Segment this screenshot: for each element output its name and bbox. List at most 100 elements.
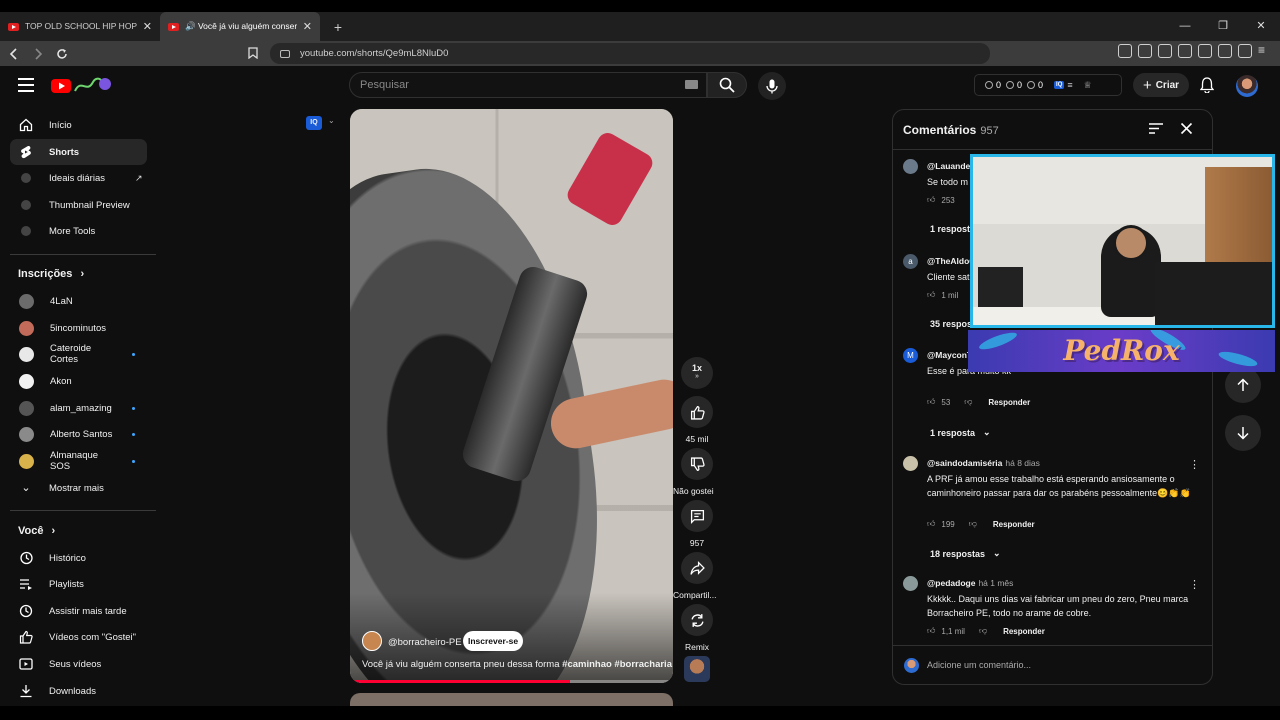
sidebar-item-shorts[interactable]: Shorts xyxy=(10,139,147,165)
menu-icon[interactable]: ≡ xyxy=(1258,44,1272,58)
close-tab-icon[interactable]: ✕ xyxy=(303,20,312,33)
thumbs-up-icon[interactable]: 👍︎ xyxy=(927,195,935,205)
show-more-button[interactable]: ⌄ Mostrar mais xyxy=(10,475,147,501)
thumbs-down-icon[interactable]: 👎︎ xyxy=(979,626,987,636)
subscription-item[interactable]: alam_amazing xyxy=(10,395,147,421)
remix-action[interactable]: Remix xyxy=(681,604,713,652)
chevron-down-icon[interactable]: ⌄ xyxy=(328,116,335,125)
extension-icon[interactable] xyxy=(1138,44,1152,58)
vpn-icon[interactable] xyxy=(1238,44,1252,58)
close-tab-icon[interactable]: ✕ xyxy=(143,20,152,33)
replies-toggle[interactable]: 1 resposta ⌄ xyxy=(930,427,991,438)
replies-toggle[interactable]: 35 respos xyxy=(930,319,972,329)
shorts-video-player[interactable]: @borracheiro-PE Inscrever-se Você já viu… xyxy=(350,109,673,683)
sidebar-item-your-videos[interactable]: Seus vídeos xyxy=(10,651,147,677)
video-progress-bar[interactable] xyxy=(350,680,673,683)
reply-button[interactable]: Responder xyxy=(988,398,1030,407)
reply-button[interactable]: Responder xyxy=(1003,627,1045,636)
hamburger-menu-icon[interactable] xyxy=(18,78,34,92)
replies-toggle[interactable]: 1 resposta xyxy=(930,224,975,234)
channel-avatar[interactable] xyxy=(362,631,382,651)
keyboard-icon[interactable] xyxy=(685,80,698,89)
list-icon[interactable]: ≡ xyxy=(1067,80,1072,90)
new-tab-button[interactable]: + xyxy=(328,19,348,35)
channel-handle[interactable]: @borracheiro-PE xyxy=(388,637,462,648)
thumbs-up-icon[interactable]: 👍︎ xyxy=(927,397,935,407)
subscription-item[interactable]: 4LaN xyxy=(10,288,147,314)
restore-icon[interactable]: ❐ xyxy=(1204,12,1242,41)
sidebar-item-liked-videos[interactable]: Vídeos com "Gostei" xyxy=(10,624,147,650)
subscription-item[interactable]: Almanaque SOS xyxy=(10,448,147,474)
sidebar-item-home[interactable]: Início xyxy=(10,112,147,138)
voice-search-button[interactable] xyxy=(758,72,786,100)
playback-speed-button[interactable]: 1x » xyxy=(681,357,713,389)
comment-author[interactable]: @TheAldoC xyxy=(927,256,975,266)
search-button[interactable] xyxy=(707,72,747,98)
account-avatar[interactable] xyxy=(1236,75,1258,97)
youtube-logo[interactable] xyxy=(51,76,113,96)
browser-tab-1[interactable]: TOP OLD SCHOOL HIP HOP 🔥 50 Cent ✕ xyxy=(0,12,160,41)
subscription-item[interactable]: 5incominutos xyxy=(10,315,147,341)
comment-avatar[interactable]: a xyxy=(903,254,918,269)
sidebar-item-playlists[interactable]: Playlists xyxy=(10,571,147,597)
subscription-item[interactable]: Alberto Santos xyxy=(10,421,147,447)
comments-button[interactable] xyxy=(681,500,713,532)
sort-icon[interactable] xyxy=(1149,123,1163,134)
more-options-icon[interactable]: ⋮ xyxy=(1189,458,1200,471)
sidebar-item-watch-later[interactable]: Assistir mais tarde xyxy=(10,598,147,624)
like-action[interactable]: 45 mil xyxy=(681,396,713,444)
comment-avatar[interactable] xyxy=(903,159,918,174)
notifications-bell-icon[interactable] xyxy=(1200,77,1214,93)
subscribe-button[interactable]: Inscrever-se xyxy=(463,631,523,651)
share-action[interactable]: Compartil... xyxy=(673,552,716,600)
dislike-action[interactable]: Não gostei xyxy=(673,448,714,496)
music-icon[interactable] xyxy=(1158,44,1172,58)
reply-button[interactable]: Responder xyxy=(993,520,1035,529)
audio-source-thumbnail[interactable] xyxy=(684,656,710,682)
subscription-item[interactable]: Akon xyxy=(10,368,147,394)
trophy-icon[interactable]: ♕ xyxy=(1084,80,1092,91)
wallet-icon[interactable] xyxy=(1198,44,1212,58)
like-button[interactable] xyxy=(681,396,713,428)
sidebar-item-daily-ideas[interactable]: Ideais diárias ↗ xyxy=(10,165,147,191)
iq-extension-badge[interactable]: IQ xyxy=(306,116,322,130)
sidebar-item-downloads[interactable]: Downloads xyxy=(10,678,147,704)
minimize-icon[interactable]: — xyxy=(1166,12,1204,41)
bookmark-icon[interactable] xyxy=(248,47,258,59)
subscription-item[interactable]: Cateroide Cortes xyxy=(10,341,147,367)
create-button[interactable]: + Criar xyxy=(1133,73,1189,97)
ai-icon[interactable] xyxy=(1218,44,1232,58)
dislike-button[interactable] xyxy=(681,448,713,480)
remix-button[interactable] xyxy=(681,604,713,636)
site-info-icon[interactable] xyxy=(280,49,290,58)
search-input[interactable]: Pesquisar xyxy=(349,72,707,98)
browser-tab-2-active[interactable]: 🔊 Você já viu alguém conserta pneu dessa… xyxy=(160,12,320,41)
comment-avatar[interactable] xyxy=(903,576,918,591)
url-field[interactable]: youtube.com/shorts/Qe9mL8NluD0 xyxy=(270,43,990,64)
more-options-icon[interactable]: ⋮ xyxy=(1189,578,1200,591)
close-icon[interactable] xyxy=(1180,122,1193,135)
comment-author[interactable]: @MayconT xyxy=(927,350,972,360)
comment-avatar[interactable] xyxy=(903,456,918,471)
sidebar-icon[interactable] xyxy=(1178,44,1192,58)
sidebar-item-more-tools[interactable]: More Tools xyxy=(10,218,147,244)
thumbs-up-icon[interactable]: 👍︎ xyxy=(927,290,935,300)
share-button[interactable] xyxy=(681,552,713,584)
thumbs-up-icon[interactable]: 👍︎ xyxy=(927,519,935,529)
forward-icon[interactable] xyxy=(28,44,48,64)
you-heading[interactable]: Você › xyxy=(18,525,55,537)
close-window-icon[interactable]: ✕ xyxy=(1242,12,1280,41)
comment-avatar[interactable]: M xyxy=(903,348,918,363)
sidebar-item-thumbnail-preview[interactable]: Thumbnail Preview xyxy=(10,192,147,218)
previous-short-button[interactable] xyxy=(1225,367,1261,403)
next-short-button[interactable] xyxy=(1225,415,1261,451)
sidebar-item-history[interactable]: Histórico xyxy=(10,545,147,571)
thumbs-down-icon[interactable]: 👎︎ xyxy=(969,519,977,529)
replies-toggle[interactable]: 18 respostas ⌄ xyxy=(930,548,1001,559)
add-comment-input[interactable]: Adicione um comentário... xyxy=(927,660,1031,670)
caption-hashtags[interactable]: #caminhao #borracharia xyxy=(562,659,672,670)
subscriptions-heading[interactable]: Inscrições › xyxy=(18,268,84,280)
comment-author[interactable]: @Lauande xyxy=(927,161,970,171)
thumbs-up-icon[interactable]: 👍︎ xyxy=(927,626,935,636)
reload-icon[interactable] xyxy=(52,44,72,64)
